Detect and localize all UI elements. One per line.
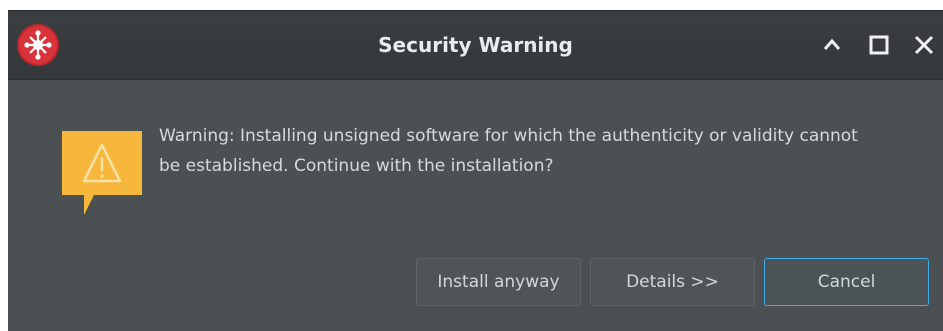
cancel-button[interactable]: Cancel bbox=[764, 258, 929, 306]
install-anyway-button[interactable]: Install anyway bbox=[416, 258, 581, 306]
square-icon bbox=[869, 35, 889, 55]
details-button[interactable]: Details >> bbox=[590, 258, 755, 306]
chevron-up-icon bbox=[823, 38, 841, 50]
close-button[interactable] bbox=[910, 31, 938, 59]
warning-message: Warning: Installing unsigned software fo… bbox=[159, 121, 919, 181]
close-icon bbox=[914, 35, 934, 55]
title-bar[interactable]: Security Warning bbox=[8, 11, 943, 80]
security-warning-dialog: Security Warning Warning: Installing uns… bbox=[8, 10, 943, 331]
window-title: Security Warning bbox=[378, 33, 573, 57]
message-line-1: Warning: Installing unsigned software fo… bbox=[159, 126, 858, 146]
maximize-button[interactable] bbox=[818, 31, 846, 59]
app-logo-icon bbox=[17, 24, 59, 66]
message-line-2: be established. Continue with the instal… bbox=[159, 156, 554, 176]
warning-triangle-icon bbox=[62, 131, 142, 215]
restore-button[interactable] bbox=[865, 31, 893, 59]
